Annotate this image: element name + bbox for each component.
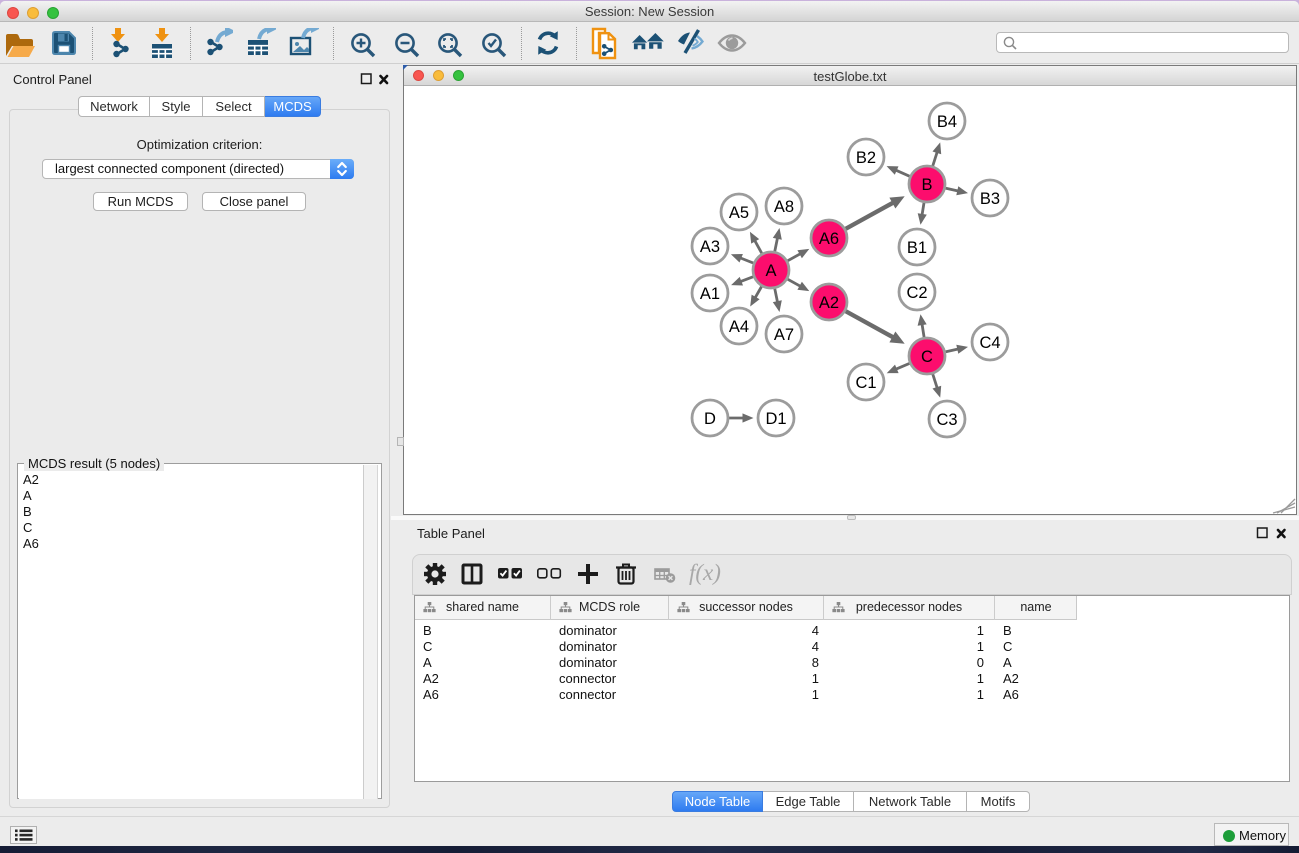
svg-text:C: C	[921, 348, 933, 366]
svg-text:A2: A2	[819, 294, 839, 312]
svg-text:A: A	[765, 262, 776, 280]
svg-text:D1: D1	[765, 410, 786, 428]
svg-text:A6: A6	[819, 230, 839, 248]
svg-text:B3: B3	[980, 190, 1000, 208]
svg-text:D: D	[704, 410, 716, 428]
svg-text:A3: A3	[700, 238, 720, 256]
svg-text:C3: C3	[936, 411, 957, 429]
svg-text:A7: A7	[774, 326, 794, 344]
svg-text:B: B	[921, 176, 932, 194]
svg-text:B4: B4	[937, 113, 957, 131]
svg-text:C1: C1	[855, 374, 876, 392]
svg-text:B2: B2	[856, 149, 876, 167]
svg-text:C4: C4	[979, 334, 1000, 352]
svg-text:B1: B1	[907, 239, 927, 257]
svg-text:A4: A4	[729, 318, 749, 336]
svg-text:A8: A8	[774, 198, 794, 216]
svg-text:A5: A5	[729, 204, 749, 222]
svg-text:A1: A1	[700, 285, 720, 303]
svg-text:C2: C2	[906, 284, 927, 302]
